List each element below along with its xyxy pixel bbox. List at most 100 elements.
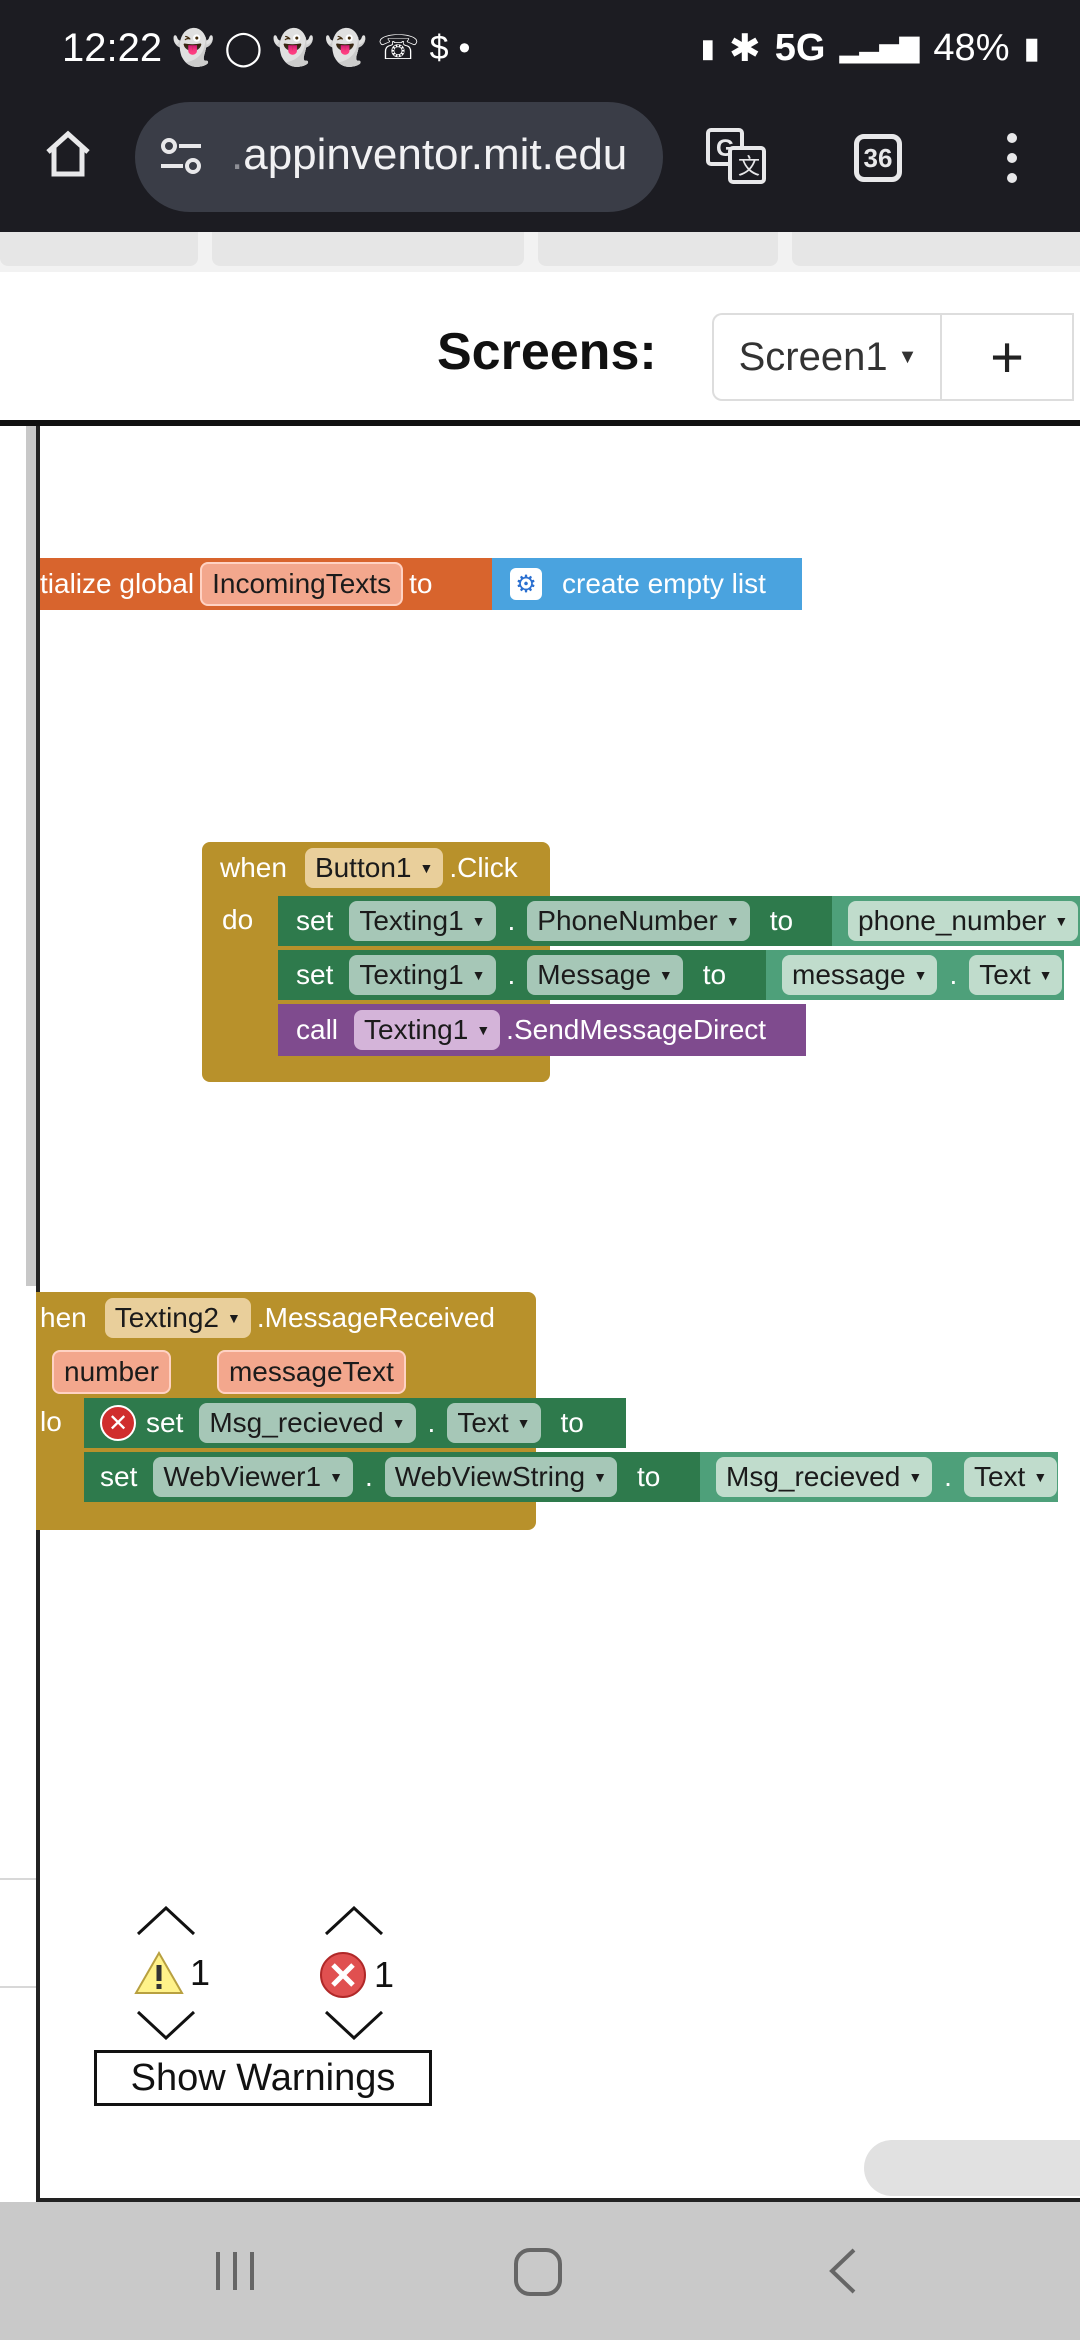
property-name: Text [457, 1407, 509, 1438]
dropdown-arrow-icon: ▼ [476, 1022, 491, 1038]
snapchat-icon: 👻 [272, 29, 325, 67]
horizontal-scrollbar[interactable] [864, 2140, 1080, 2196]
system-navigation-bar [0, 2202, 1080, 2340]
event-parameters: number messageText [46, 1350, 412, 1394]
call-sendmessagedirect-block[interactable]: call Texting1 ▼ .SendMessageDirect [278, 1004, 806, 1056]
param-number[interactable]: number [52, 1350, 171, 1394]
set-label: set [296, 905, 334, 936]
dropdown-arrow-icon: ▼ [1038, 967, 1053, 983]
component-name: Texting1 [364, 1014, 469, 1045]
tab-build[interactable] [538, 232, 778, 266]
status-bar: 12:22 👻◯👻👻☏$• ▮ ✱ 5G ▂▃▅▇ 48% ▮ [0, 0, 1080, 100]
set-msg-recieved-block[interactable]: ✕ set Msg_recieved ▼ . Text ▼ to [84, 1398, 626, 1448]
back-icon[interactable] [820, 2246, 870, 2301]
texting2-dropdown[interactable]: Texting2 ▼ [104, 1298, 251, 1338]
dropdown-arrow-icon: ▼ [908, 1469, 923, 1485]
dropdown-arrow-icon: ▼ [725, 913, 740, 929]
create-empty-list-block[interactable]: ⚙ create empty list [492, 558, 802, 610]
set-message-block[interactable]: set Texting1 ▼ . Message ▼ to [278, 950, 776, 1000]
param-messagetext[interactable]: messageText [216, 1350, 406, 1394]
tab-connect[interactable] [212, 232, 524, 266]
dropdown-arrow-icon: ▼ [391, 1415, 406, 1431]
screens-label: Screens: [437, 323, 657, 381]
texting1-dropdown[interactable]: Texting1 ▼ [354, 1010, 501, 1050]
next-error-arrow[interactable] [324, 2010, 384, 2045]
error-icon[interactable]: ✕ [100, 1405, 136, 1441]
warning-counter: 1 [134, 1950, 210, 1996]
message-text-getter-block[interactable]: message ▼ . Text ▼ [766, 950, 1064, 1000]
button-component-name: Button1 [314, 852, 412, 883]
to-label: to [636, 1461, 661, 1492]
next-warning-arrow[interactable] [136, 2010, 196, 2045]
url-domain: appinventor.mit.edu [243, 130, 628, 179]
message-received-header: hen Texting2 ▼ .MessageReceived [40, 1296, 495, 1340]
site-settings-icon[interactable] [157, 132, 205, 185]
component-name: message [792, 959, 906, 990]
dropdown-arrow-icon: ▼ [471, 967, 486, 983]
to-label: to [769, 905, 794, 936]
message-component-dropdown[interactable]: message ▼ [782, 955, 938, 995]
texting1-dropdown[interactable]: Texting1 ▼ [349, 901, 496, 941]
dropdown-arrow-icon: ▼ [329, 1469, 343, 1485]
dropdown-arrow-icon: ▼ [419, 860, 434, 876]
property-dropdown[interactable]: PhoneNumber ▼ [527, 901, 750, 941]
property-dropdown[interactable]: Message ▼ [527, 955, 683, 995]
url-text: .appinventor.mit.edu [231, 130, 627, 180]
phone-number-variable-dropdown[interactable]: phone_number ▼ [848, 901, 1079, 941]
do-label: do [222, 904, 254, 935]
property-dropdown[interactable]: Text ▼ [447, 1403, 541, 1443]
tabs-switcher-button[interactable]: 36 [846, 130, 910, 186]
text-property-dropdown[interactable]: Text ▼ [963, 1457, 1058, 1497]
webviewer1-dropdown[interactable]: WebViewer1 ▼ [153, 1457, 353, 1497]
set-webviewstring-block[interactable]: set WebViewer1 ▼ . WebViewString ▼ to [84, 1452, 704, 1502]
msg-recieved-text-getter-block[interactable]: Msg_recieved ▼ . Text ▼ [700, 1452, 1058, 1502]
when-label: hen [40, 1302, 87, 1333]
top-tabs-row [0, 232, 1080, 272]
home-icon[interactable] [36, 122, 100, 186]
to-label: to [702, 959, 727, 990]
show-warnings-button[interactable]: Show Warnings [94, 2050, 432, 2106]
dot-separator: . [427, 1407, 436, 1438]
url-bar[interactable]: .appinventor.mit.edu [135, 102, 663, 212]
component-name: Msg_recieved [209, 1407, 384, 1438]
phone-number-getter-block[interactable]: phone_number ▼ [832, 896, 1080, 946]
msg-recieved-dropdown[interactable]: Msg_recieved ▼ [199, 1403, 416, 1443]
text-property-dropdown[interactable]: Text ▼ [969, 955, 1063, 995]
dropdown-arrow-icon: ▼ [516, 1415, 531, 1431]
home-icon[interactable] [512, 2246, 564, 2303]
previous-error-arrow[interactable] [324, 1905, 384, 1941]
left-panel-divider [0, 1986, 36, 1988]
global-variable-block[interactable]: tialize global IncomingTexts to [40, 558, 496, 610]
property-dropdown[interactable]: WebViewString ▼ [384, 1457, 617, 1497]
global-variable-name[interactable]: IncomingTexts [200, 562, 404, 606]
recent-apps-icon[interactable] [210, 2246, 260, 2301]
button-component-dropdown[interactable]: Button1 ▼ [304, 848, 444, 888]
translate-icon[interactable]: G文 [704, 124, 768, 188]
previous-warning-arrow[interactable] [136, 1905, 196, 1941]
set-phonenumber-block[interactable]: set Texting1 ▼ . PhoneNumber ▼ to [278, 896, 840, 946]
warning-icon [134, 1950, 184, 1994]
network-label: 5G [774, 27, 826, 69]
snapchat-icon: 👻 [324, 29, 378, 67]
add-screen-button[interactable]: + [940, 313, 1074, 401]
set-label: set [100, 1461, 138, 1492]
clock: 12:22 [62, 26, 163, 70]
do-label: lo [40, 1406, 62, 1437]
dollar-icon: $ [429, 29, 459, 67]
screen-selector[interactable]: Screen1 ▼ [712, 313, 942, 401]
create-empty-list-label: create empty list [562, 568, 766, 599]
tab-projects[interactable] [0, 232, 198, 266]
gear-icon[interactable]: ⚙ [510, 568, 542, 600]
more-menu-icon[interactable] [996, 128, 1028, 188]
error-counter: 1 [318, 1950, 394, 2000]
msg-recieved-component-dropdown[interactable]: Msg_recieved ▼ [716, 1457, 933, 1497]
dot-separator: . [507, 959, 516, 990]
property-name: Message [537, 959, 651, 990]
messenger-icon: ◯ [224, 29, 273, 67]
vertical-scrollbar[interactable] [26, 426, 36, 1286]
texting1-dropdown[interactable]: Texting1 ▼ [349, 955, 496, 995]
button-click-header: when Button1 ▼ .Click [220, 846, 518, 890]
tab-settings[interactable] [792, 232, 1080, 266]
error-icon [320, 1952, 366, 1998]
dropdown-arrow-icon: ▼ [471, 913, 486, 929]
